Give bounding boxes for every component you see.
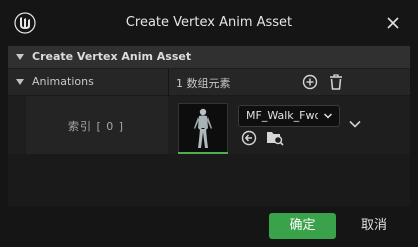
asset-name: MF_Walk_Fwd (246, 109, 318, 122)
close-icon[interactable] (384, 14, 402, 32)
chevron-down-icon[interactable] (348, 117, 362, 131)
ok-button[interactable]: 确定 (269, 213, 336, 239)
trash-icon[interactable] (328, 73, 344, 91)
title-bar: Create Vertex Anim Asset (0, 0, 418, 46)
dialog-footer: 确定 取消 (0, 206, 418, 247)
chevron-down-icon (323, 113, 333, 119)
section-title: Create Vertex Anim Asset (32, 50, 192, 63)
array-count: 1 数组元素 (176, 77, 231, 90)
asset-thumbnail[interactable] (178, 103, 228, 153)
expand-arrow-icon[interactable] (16, 79, 24, 85)
index-cell: 索引 [ 0 ] (26, 96, 168, 154)
add-icon[interactable] (302, 74, 318, 90)
collapse-arrow-icon[interactable] (16, 54, 24, 60)
animations-label: Animations (32, 75, 94, 88)
section-header[interactable]: Create Vertex Anim Asset (8, 46, 410, 68)
index-label: 索引 [ 0 ] (68, 120, 125, 133)
use-selected-icon[interactable] (241, 130, 257, 146)
empty-panel-area (8, 154, 410, 206)
array-element-row: 索引 [ 0 ] MF_Walk_Fwd (8, 96, 410, 154)
window-title: Create Vertex Anim Asset (125, 15, 293, 30)
details-panel: Create Vertex Anim Asset Animations 1 数组… (8, 46, 410, 206)
animations-row: Animations 1 数组元素 (8, 69, 410, 96)
browse-icon[interactable] (266, 129, 284, 147)
cancel-button[interactable]: 取消 (344, 213, 404, 239)
asset-picker-combo[interactable]: MF_Walk_Fwd (238, 105, 340, 127)
create-vertex-anim-asset-dialog: Create Vertex Anim Asset Create Vertex A… (0, 0, 418, 247)
